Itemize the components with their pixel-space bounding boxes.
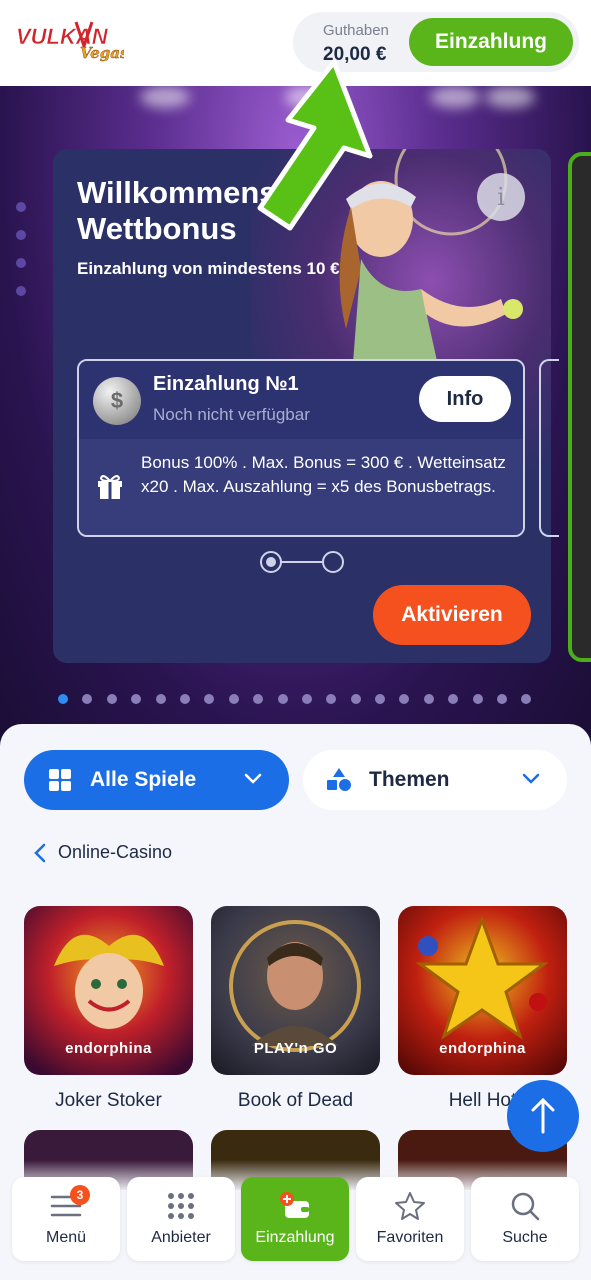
gift-icon <box>98 475 122 499</box>
chevron-down-icon <box>522 773 540 784</box>
pagination-dot[interactable] <box>131 694 142 704</box>
coin-icon: $ <box>93 377 141 425</box>
chevron-down-icon <box>244 773 262 784</box>
game-name[interactable]: Book of Dead <box>211 1090 380 1112</box>
vulkan-vegas-logo[interactable]: VULKAN Vegas <box>14 16 124 66</box>
all-games-label: Alle Spiele <box>90 768 197 791</box>
nav-deposit[interactable]: Einzahlung <box>241 1177 349 1261</box>
game-tile-joker-stoker[interactable]: endorphina <box>24 906 193 1075</box>
pagination-dot[interactable] <box>82 694 93 704</box>
pagination-dot[interactable] <box>228 694 239 704</box>
chevron-left-icon <box>34 843 46 862</box>
breadcrumb[interactable]: Online-Casino <box>34 842 172 863</box>
wallet-plus-icon <box>280 1192 309 1218</box>
pagination-dot[interactable] <box>375 694 386 704</box>
info-icon[interactable]: i <box>477 173 525 221</box>
pagination-dot[interactable] <box>301 694 312 704</box>
pagination-dot[interactable] <box>497 694 508 704</box>
pagination-dot[interactable] <box>106 694 117 704</box>
provider-label: endorphina <box>439 1040 526 1057</box>
green-arrow-pointer <box>257 59 373 231</box>
carousel-pagination[interactable] <box>58 694 532 708</box>
pagination-dot[interactable] <box>350 694 361 704</box>
nav-favorites[interactable]: Favoriten <box>356 1177 464 1261</box>
themes-dropdown[interactable]: Themen <box>303 750 567 810</box>
pagination-dot[interactable] <box>179 694 190 704</box>
step-indicator <box>260 551 344 573</box>
stage-light <box>430 86 480 108</box>
search-icon <box>511 1192 540 1221</box>
pagination-dot[interactable] <box>472 694 483 704</box>
pagination-dot[interactable] <box>399 694 410 704</box>
scroll-to-top-button[interactable] <box>507 1080 579 1152</box>
game-tile-book-of-dead[interactable]: PLAY'n GO <box>211 906 380 1075</box>
svg-text:Vegas: Vegas <box>80 44 124 62</box>
breadcrumb-label: Online-Casino <box>58 842 173 862</box>
balance-label: Guthaben <box>323 22 389 39</box>
pagination-dot[interactable] <box>58 694 68 704</box>
stage-light <box>485 86 535 108</box>
provider-label: endorphina <box>65 1040 152 1057</box>
pagination-dot[interactable] <box>277 694 288 704</box>
pagination-dot[interactable] <box>521 694 532 704</box>
star-icon <box>395 1192 425 1220</box>
nav-providers[interactable]: Anbieter <box>127 1177 235 1261</box>
pagination-dot[interactable] <box>423 694 434 704</box>
next-card-peek <box>539 359 559 537</box>
nav-search[interactable]: Suche <box>471 1177 579 1261</box>
shapes-icon <box>327 768 351 791</box>
all-games-dropdown[interactable]: Alle Spiele <box>24 750 289 810</box>
nav-menu[interactable]: 3 Menü <box>12 1177 120 1261</box>
notification-badge: 3 <box>70 1185 90 1205</box>
themes-label: Themen <box>369 768 450 791</box>
stage-light <box>140 86 190 108</box>
deposit-offer-title: Einzahlung №1 <box>153 373 299 395</box>
next-promo-card[interactable] <box>568 152 591 662</box>
pagination-dot[interactable] <box>448 694 459 704</box>
header-deposit-button[interactable]: Einzahlung <box>409 18 573 66</box>
game-name[interactable]: Joker Stoker <box>24 1090 193 1112</box>
nav-label: Suche <box>502 1229 548 1246</box>
provider-label: PLAY'n GO <box>253 1040 338 1057</box>
grid-icon <box>168 1193 194 1219</box>
pagination-dot[interactable] <box>204 694 215 704</box>
pagination-dot[interactable] <box>326 694 337 704</box>
deposit-offer-status: Noch nicht verfügbar <box>153 405 310 424</box>
nav-label: Favoriten <box>376 1229 444 1246</box>
activate-button[interactable]: Aktivieren <box>373 585 531 645</box>
bottom-navigation: 3 Menü Anbieter Einzahlung Favoriten Suc… <box>0 1160 591 1280</box>
deposit-info-button[interactable]: Info <box>419 376 511 422</box>
game-tile-hell-hot[interactable]: endorphina <box>398 906 567 1075</box>
nav-label: Einzahlung <box>255 1229 335 1246</box>
deposit-offer-box: $ Einzahlung №1 Noch nicht verfügbar Inf… <box>77 359 525 537</box>
deposit-offer-header: $ Einzahlung №1 Noch nicht verfügbar Inf… <box>79 361 523 439</box>
deposit-offer-description: Bonus 100% . Max. Bonus = 300 € . Wettei… <box>141 453 506 496</box>
pagination-dot[interactable] <box>155 694 166 704</box>
pagination-dot[interactable] <box>253 694 264 704</box>
nav-label: Menü <box>45 1229 87 1246</box>
arrow-up-icon <box>531 1097 555 1134</box>
deposit-offer-body: Bonus 100% . Max. Bonus = 300 € . Wettei… <box>79 439 523 535</box>
grid-icon <box>49 769 71 791</box>
nav-label: Anbieter <box>151 1229 211 1246</box>
bonus-subtitle: Einzahlung von mindestens 10 € <box>77 259 340 278</box>
